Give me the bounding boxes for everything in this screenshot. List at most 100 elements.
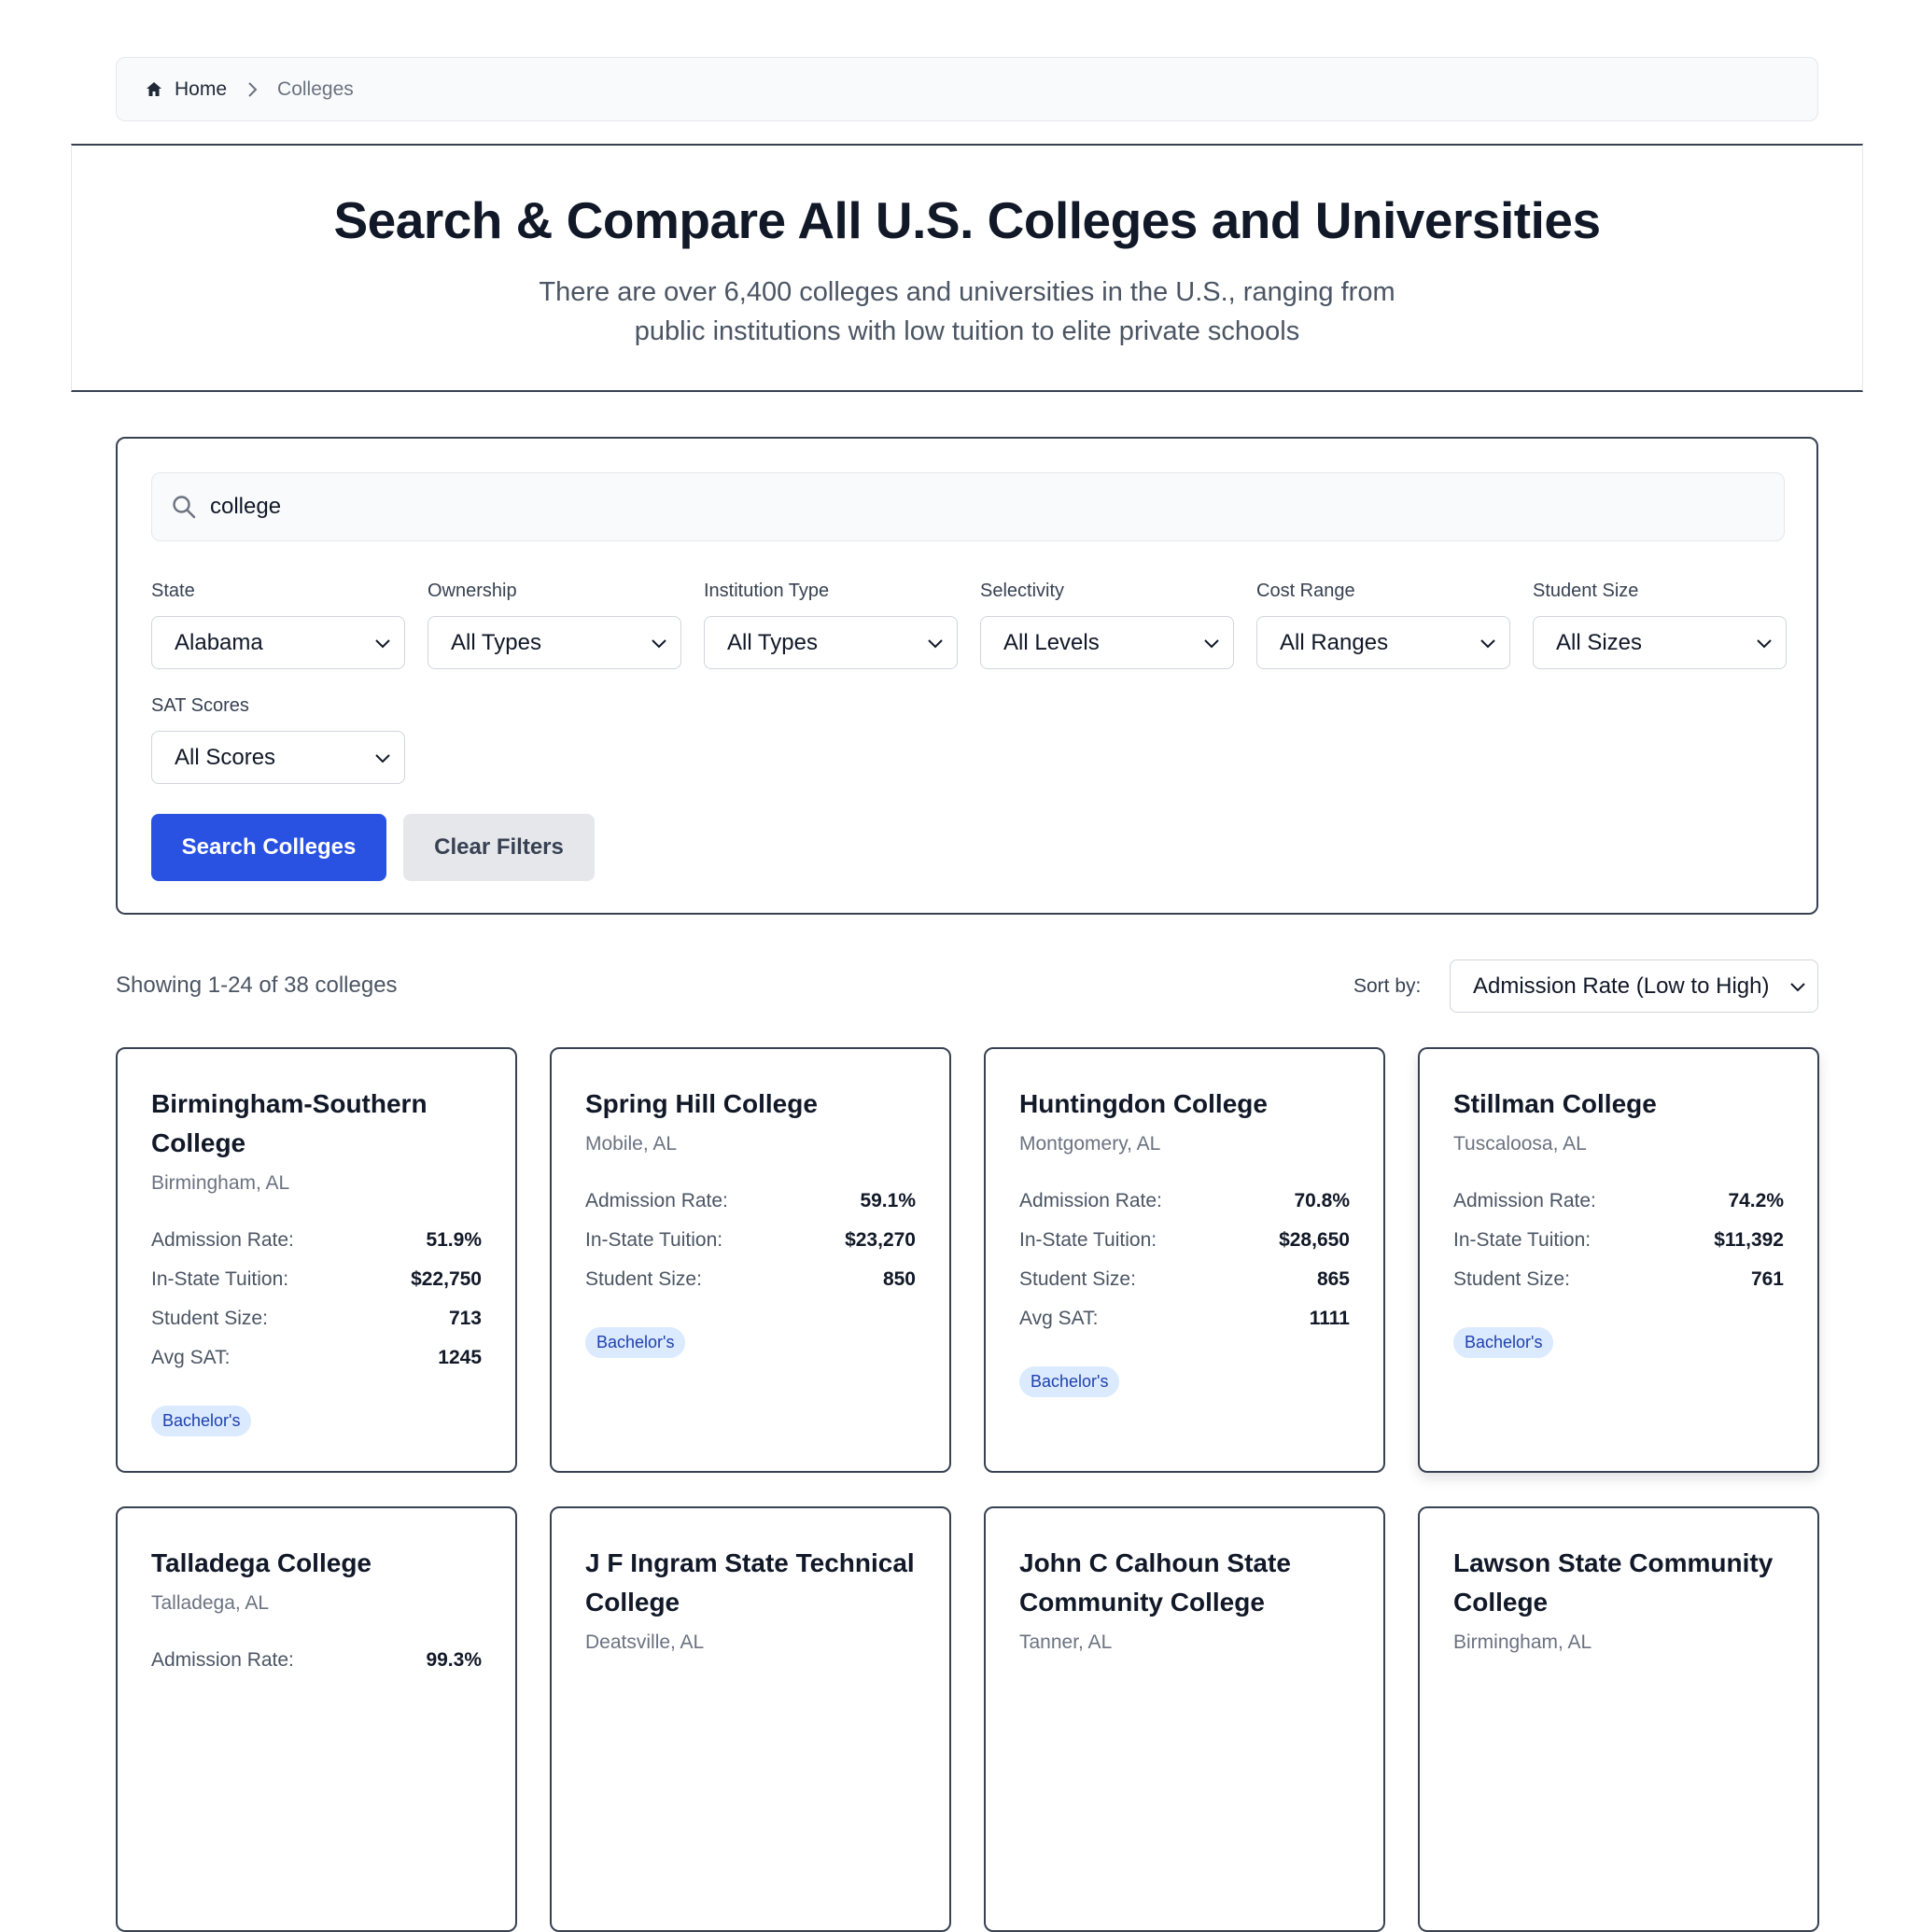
college-card[interactable]: Huntingdon College Montgomery, AL Admiss…	[984, 1047, 1385, 1473]
chevron-down-icon	[1204, 638, 1219, 648]
ownership-select[interactable]: All Types	[428, 616, 681, 669]
sort-label: Sort by:	[1353, 975, 1422, 997]
filter-label: Institution Type	[704, 581, 830, 601]
college-name[interactable]: Talladega College	[151, 1544, 482, 1583]
stat-value: $28,650	[1279, 1229, 1350, 1251]
stat-value: 59.1%	[860, 1190, 916, 1211]
college-stats: Admission Rate: 99.3%	[151, 1641, 482, 1680]
college-location: Birmingham, AL	[151, 1172, 290, 1194]
college-card[interactable]: Talladega College Talladega, AL Admissio…	[116, 1506, 517, 1932]
college-card[interactable]: J F Ingram State Technical College Deats…	[550, 1506, 951, 1932]
stat-tuition: In-State Tuition: $23,270	[585, 1221, 916, 1260]
stat-avg-sat: Avg SAT: 1111	[1019, 1299, 1350, 1338]
select-value: All Types	[451, 629, 541, 655]
filter-selectivity: Selectivity All Levels	[980, 579, 1234, 669]
stat-label: Admission Rate:	[151, 1649, 294, 1671]
college-location: Talladega, AL	[151, 1592, 270, 1614]
stat-value: $11,392	[1714, 1229, 1784, 1251]
institution-type-select[interactable]: All Types	[704, 616, 958, 669]
stat-value: 1245	[438, 1347, 482, 1368]
college-card[interactable]: Lawson State Community College Birmingha…	[1418, 1506, 1819, 1932]
chevron-down-icon	[1480, 638, 1495, 648]
stat-avg-sat: Avg SAT: 1245	[151, 1338, 482, 1378]
stat-value: 1111	[1309, 1308, 1350, 1329]
clear-filters-button[interactable]: Clear Filters	[403, 814, 595, 881]
college-stats: Admission Rate: 51.9% In-State Tuition: $2…	[151, 1221, 482, 1378]
college-location: Tanner, AL	[1019, 1631, 1113, 1653]
chevron-right-icon	[245, 81, 259, 98]
stat-admission-rate: Admission Rate: 59.1%	[585, 1182, 916, 1221]
select-value: All Levels	[1003, 629, 1100, 655]
college-card[interactable]: John C Calhoun State Community College T…	[984, 1506, 1385, 1932]
stat-value: $23,270	[845, 1229, 916, 1251]
college-name[interactable]: Spring Hill College	[585, 1085, 916, 1124]
filter-actions: Search Colleges Clear Filters	[151, 814, 595, 881]
breadcrumb-current: Colleges	[277, 77, 354, 100]
breadcrumb-home-link[interactable]: Home	[145, 78, 227, 101]
search-input[interactable]	[210, 494, 1704, 520]
chevron-down-icon	[652, 638, 666, 648]
breadcrumb: Home Colleges	[116, 57, 1818, 121]
stat-tuition: In-State Tuition: $22,750	[151, 1260, 482, 1299]
chevron-down-icon	[1757, 638, 1772, 648]
filter-student-size: Student Size All Sizes	[1533, 579, 1787, 669]
filter-cost-range: Cost Range All Ranges	[1256, 579, 1510, 669]
stat-student-size: Student Size: 865	[1019, 1260, 1350, 1299]
filter-institution-type: Institution Type All Types	[704, 579, 958, 669]
select-value: All Sizes	[1556, 629, 1643, 655]
breadcrumb-home-label: Home	[175, 77, 228, 100]
stat-admission-rate: Admission Rate: 99.3%	[151, 1641, 482, 1680]
sat-scores-select[interactable]: All Scores	[151, 731, 405, 784]
stat-student-size: Student Size: 761	[1453, 1260, 1784, 1299]
college-name[interactable]: J F Ingram State Technical College	[585, 1544, 916, 1622]
college-card[interactable]: Spring Hill College Mobile, AL Admission…	[550, 1047, 951, 1473]
stat-label: Admission Rate:	[1019, 1190, 1162, 1211]
page-title: Search & Compare All U.S. Colleges and U…	[333, 191, 1601, 249]
degree-badge: Bachelor's	[1453, 1327, 1554, 1358]
college-name[interactable]: John C Calhoun State Community College	[1019, 1544, 1350, 1622]
filter-panel: State Alabama Ownership All Types Instit…	[116, 437, 1818, 915]
college-card[interactable]: Stillman College Tuscaloosa, AL Admissio…	[1418, 1047, 1819, 1473]
filter-row-2: SAT Scores All Scores	[151, 693, 405, 784]
college-stats: Admission Rate: 74.2% In-State Tuition: $1…	[1453, 1182, 1784, 1299]
stat-value: 70.8%	[1294, 1190, 1350, 1211]
stat-value: 51.9%	[426, 1229, 482, 1251]
student-size-select[interactable]: All Sizes	[1533, 616, 1787, 669]
college-name[interactable]: Stillman College	[1453, 1085, 1784, 1124]
college-name[interactable]: Birmingham-Southern College	[151, 1085, 482, 1163]
stat-tuition: In-State Tuition: $28,650	[1019, 1221, 1350, 1260]
search-box[interactable]	[151, 472, 1785, 541]
results-count: Showing 1-24 of 38 colleges	[116, 973, 398, 998]
selectivity-select[interactable]: All Levels	[980, 616, 1234, 669]
college-stats: Admission Rate: 59.1% In-State Tuition: $2…	[585, 1182, 916, 1299]
stat-value: 761	[1750, 1268, 1784, 1290]
select-value: All Scores	[175, 744, 276, 770]
select-value: All Ranges	[1280, 629, 1389, 655]
stat-admission-rate: Admission Rate: 74.2%	[1453, 1182, 1784, 1221]
stat-student-size: Student Size: 850	[585, 1260, 916, 1299]
sort-value: Admission Rate (Low to High)	[1473, 973, 1770, 999]
college-location: Mobile, AL	[585, 1133, 678, 1155]
chevron-down-icon	[375, 638, 390, 648]
filter-sat-scores: SAT Scores All Scores	[151, 693, 405, 784]
stat-tuition: In-State Tuition: $11,392	[1453, 1221, 1784, 1260]
stat-value: 99.3%	[426, 1649, 482, 1671]
stat-student-size: Student Size: 713	[151, 1299, 482, 1338]
college-name[interactable]: Huntingdon College	[1019, 1085, 1350, 1124]
cost-range-select[interactable]: All Ranges	[1256, 616, 1510, 669]
stat-label: In-State Tuition:	[151, 1268, 289, 1290]
college-location: Montgomery, AL	[1019, 1133, 1161, 1155]
stat-admission-rate: Admission Rate: 51.9%	[151, 1221, 482, 1260]
sort-select[interactable]: Admission Rate (Low to High)	[1450, 959, 1818, 1013]
college-card[interactable]: Birmingham-Southern College Birmingham, …	[116, 1047, 517, 1473]
chevron-down-icon	[928, 638, 943, 648]
college-name[interactable]: Lawson State Community College	[1453, 1544, 1784, 1622]
search-colleges-button[interactable]: Search Colleges	[151, 814, 386, 881]
state-select[interactable]: Alabama	[151, 616, 405, 669]
college-grid: Birmingham-Southern College Birmingham, …	[116, 1047, 1819, 1932]
chevron-down-icon	[375, 753, 390, 763]
filter-state: State Alabama	[151, 579, 405, 669]
filter-label: Ownership	[428, 581, 517, 601]
hero-section: Search & Compare All U.S. Colleges and U…	[71, 144, 1863, 392]
college-location: Deatsville, AL	[585, 1631, 705, 1653]
